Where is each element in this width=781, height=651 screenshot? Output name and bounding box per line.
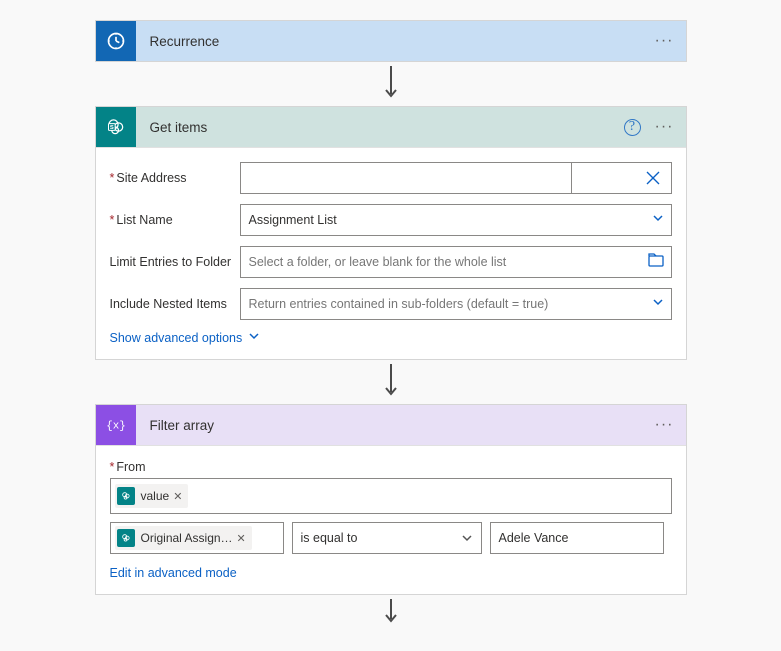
clear-button[interactable]: [572, 162, 672, 194]
chevron-down-icon: [652, 211, 664, 227]
more-icon[interactable]: ···: [655, 118, 674, 136]
remove-token-icon[interactable]: ✕: [237, 532, 246, 545]
sharepoint-icon: S: [96, 107, 136, 147]
filter-icon: {x}: [96, 405, 136, 445]
getitems-title: Get items: [136, 120, 624, 135]
more-icon[interactable]: ···: [655, 32, 674, 50]
svg-text:S: S: [109, 125, 113, 131]
limit-folder-input[interactable]: Select a folder, or leave blank for the …: [240, 246, 672, 278]
folder-icon[interactable]: [648, 253, 664, 271]
svg-text:{x}: {x}: [106, 420, 126, 432]
list-name-select[interactable]: Assignment List: [240, 204, 672, 236]
from-input[interactable]: value ✕: [110, 478, 672, 514]
close-icon: [645, 170, 661, 186]
edit-advanced-link[interactable]: Edit in advanced mode: [110, 566, 672, 580]
show-advanced-link[interactable]: Show advanced options: [110, 330, 672, 345]
site-address-label: *Site Address: [110, 171, 240, 185]
filter-card: {x} Filter array ··· *From value ✕: [95, 404, 687, 595]
remove-token-icon[interactable]: ✕: [173, 490, 182, 503]
nested-items-select[interactable]: Return entries contained in sub-folders …: [240, 288, 672, 320]
site-address-input[interactable]: [240, 162, 572, 194]
getitems-card: S Get items ? ··· *Site Address: [95, 106, 687, 360]
sharepoint-icon: [117, 487, 135, 505]
dynamic-token-original[interactable]: Original Assign… ✕: [115, 526, 252, 550]
condition-operator-select[interactable]: is equal to: [292, 522, 482, 554]
sharepoint-icon: [117, 529, 135, 547]
condition-value-input[interactable]: Adele Vance: [490, 522, 664, 554]
chevron-down-icon: [652, 295, 664, 311]
limit-folder-label: Limit Entries to Folder: [110, 255, 240, 269]
chevron-down-icon: [461, 532, 473, 547]
filter-title: Filter array: [136, 418, 655, 433]
recurrence-header[interactable]: Recurrence ···: [96, 21, 686, 61]
clock-icon: [96, 21, 136, 61]
chevron-down-icon: [248, 330, 260, 345]
arrow-icon: [95, 62, 687, 106]
recurrence-title: Recurrence: [136, 34, 655, 49]
more-icon[interactable]: ···: [655, 416, 674, 434]
nested-items-label: Include Nested Items: [110, 297, 240, 311]
list-name-label: *List Name: [110, 213, 240, 227]
condition-left-input[interactable]: Original Assign… ✕: [110, 522, 284, 554]
filter-header[interactable]: {x} Filter array ···: [96, 405, 686, 445]
from-label: *From: [110, 460, 672, 474]
recurrence-card: Recurrence ···: [95, 20, 687, 62]
arrow-icon: [95, 360, 687, 404]
help-icon[interactable]: ?: [624, 119, 641, 136]
dynamic-token-value[interactable]: value ✕: [115, 484, 189, 508]
arrow-icon: [95, 595, 687, 631]
getitems-header[interactable]: S Get items ? ···: [96, 107, 686, 147]
